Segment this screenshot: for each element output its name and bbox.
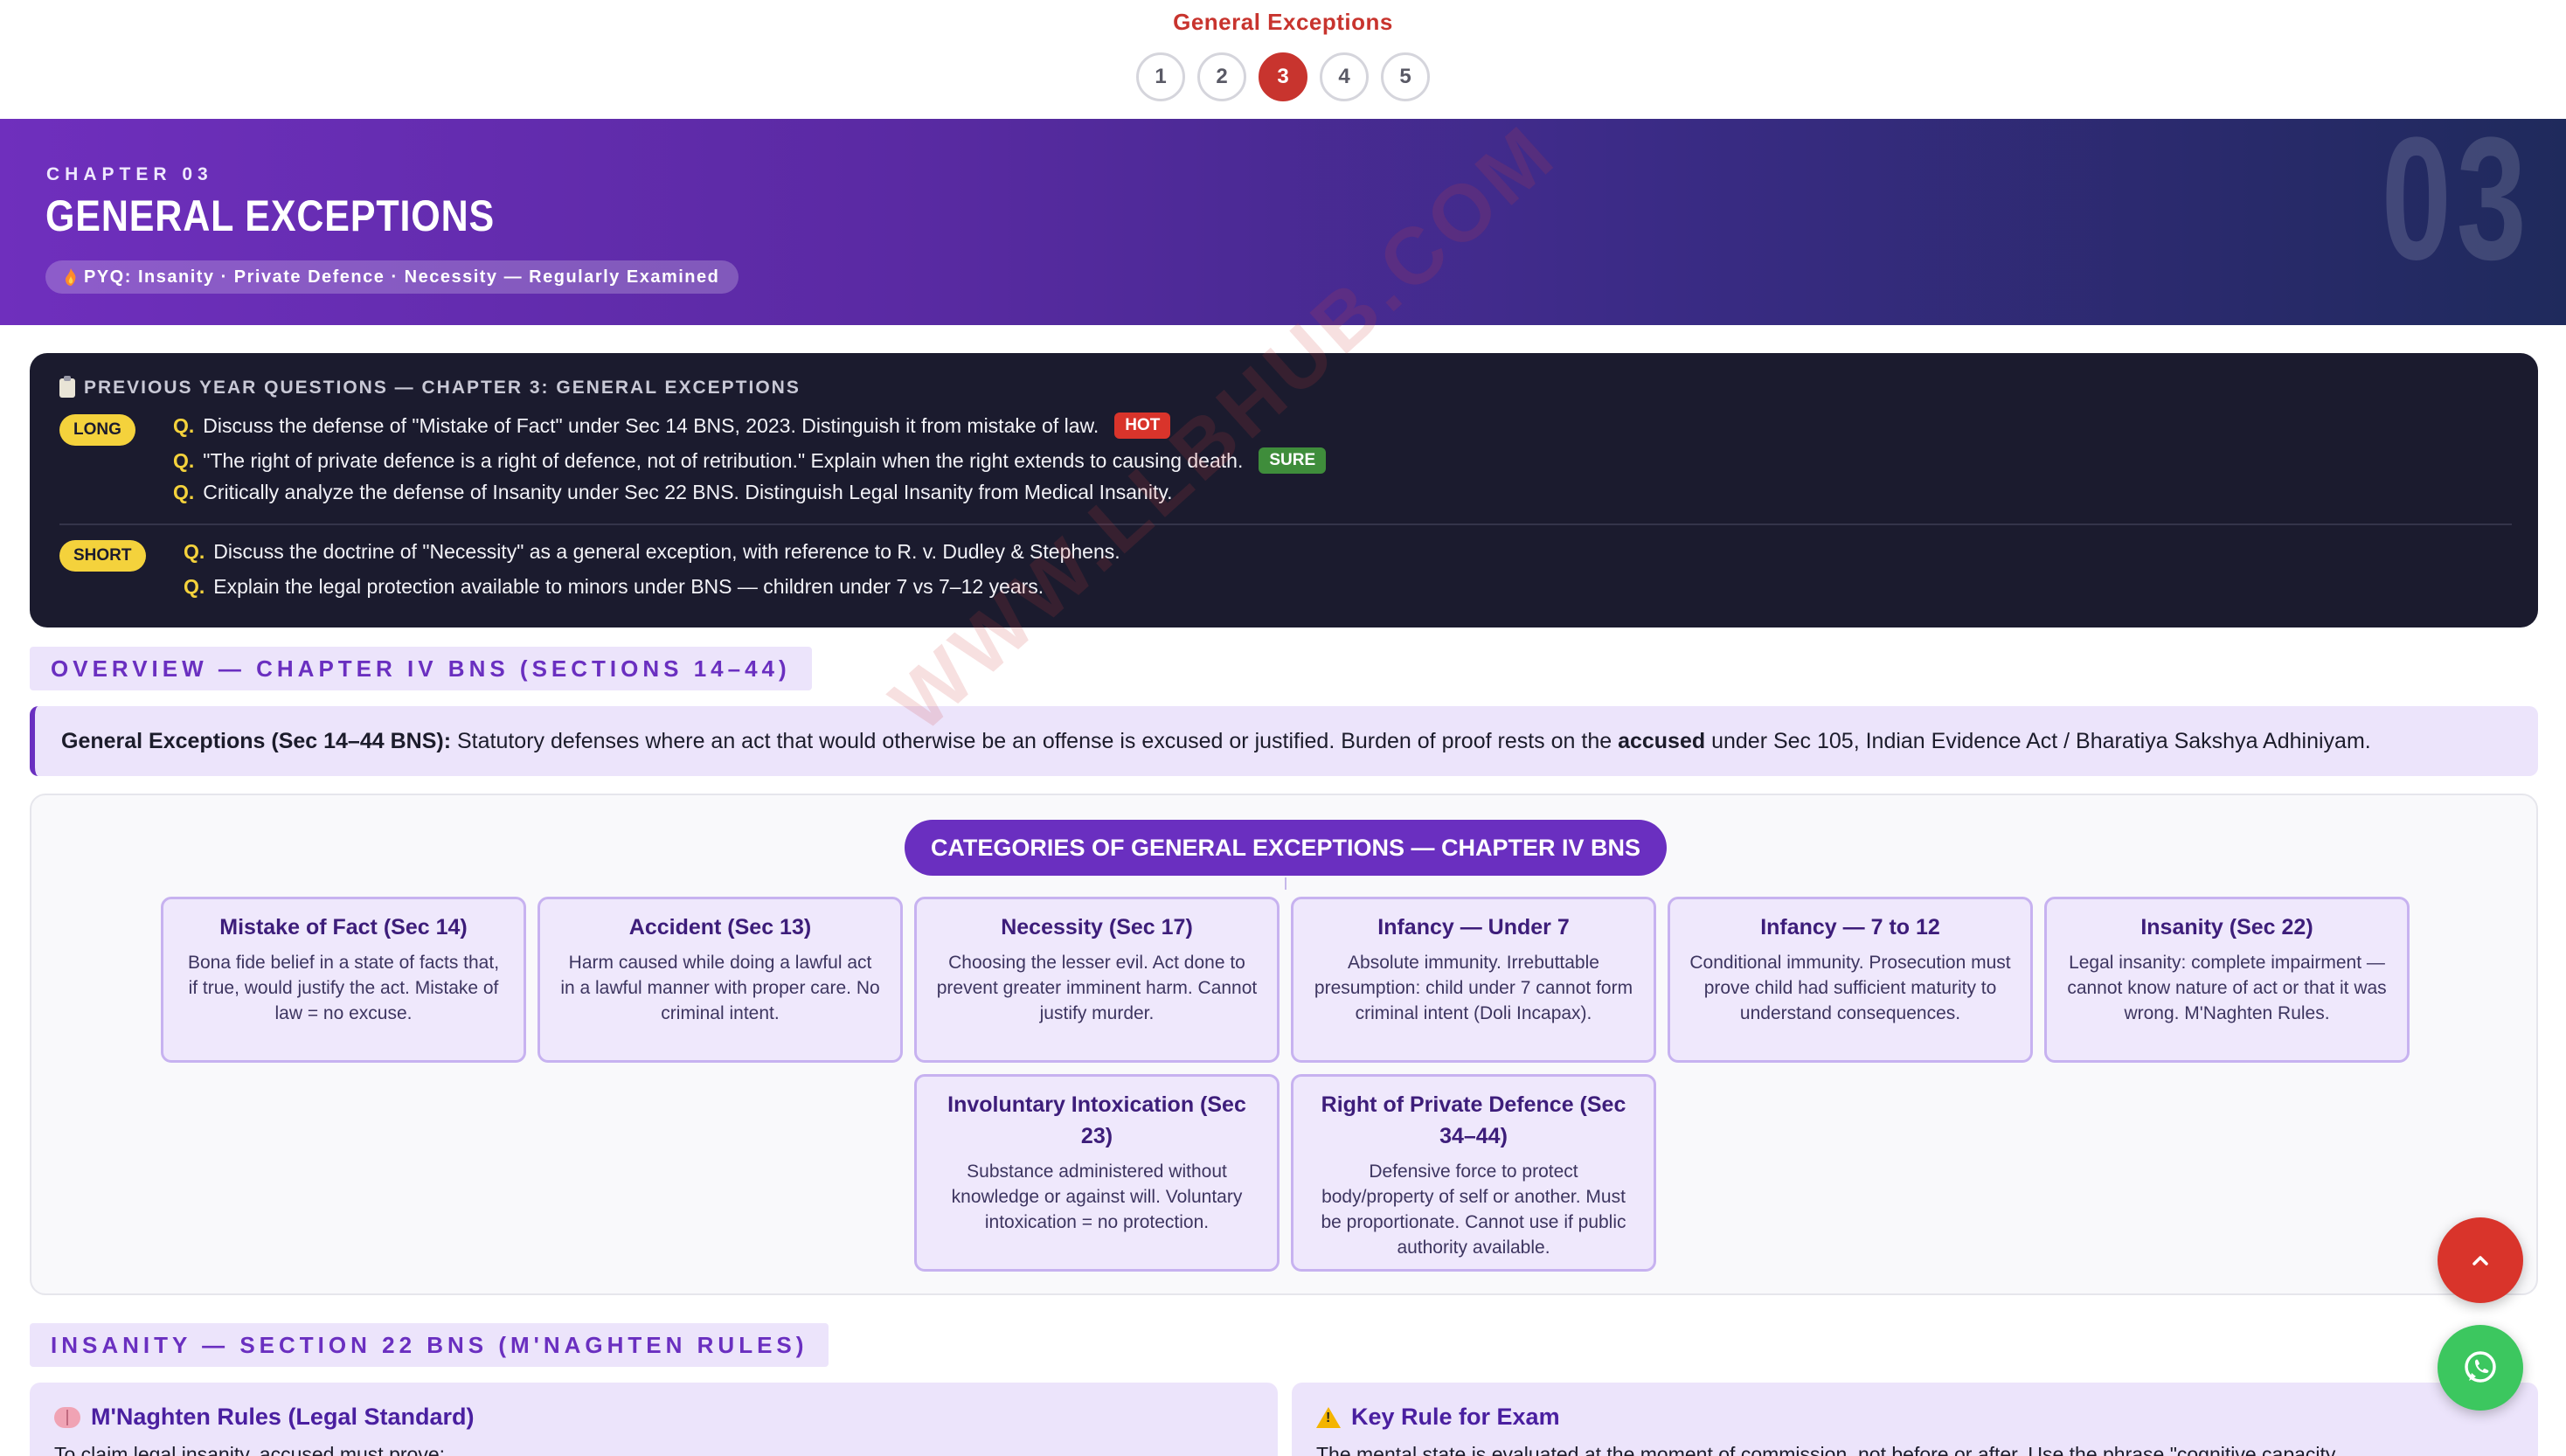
mnaghten-panel: M'Naghten Rules (Legal Standard) To clai…: [30, 1383, 1278, 1456]
clipboard-icon: [59, 376, 75, 398]
card-body: Substance administered without knowledge…: [951, 1161, 1243, 1232]
categories-diagram: CATEGORIES OF GENERAL EXCEPTIONS — CHAPT…: [30, 794, 2538, 1295]
chapter-kicker: CHAPTER 03: [46, 164, 213, 184]
key-rule-text: The mental state is evaluated at the mom…: [1316, 1443, 2336, 1456]
overview-text-after: under Sec 105, Indian Evidence Act / Bha…: [1705, 728, 2371, 753]
card-title: Right of Private Defence (Sec 34–44): [1321, 1092, 1626, 1148]
card-title: Accident (Sec 13): [628, 915, 812, 939]
card-body: Legal insanity: complete impairment — ca…: [2067, 953, 2387, 1023]
mnaghten-title-row: M'Naghten Rules (Legal Standard): [54, 1404, 1253, 1431]
insanity-section-header: INSANITY — SECTION 22 BNS (M'NAGHTEN RUL…: [30, 1323, 829, 1367]
category-card-mistake-of-fact: Mistake of Fact (Sec 14) Bona fide belie…: [161, 897, 526, 1063]
q-mark: Q.: [173, 448, 195, 472]
nav-title: General Exceptions: [1173, 9, 1393, 35]
pyq-long-q1: Q. Discuss the defense of "Mistake of Fa…: [173, 413, 1171, 439]
fire-icon: [66, 268, 76, 286]
pyq-heading-text: PREVIOUS YEAR QUESTIONS — CHAPTER 3: GEN…: [84, 378, 801, 398]
pyq-heading: PREVIOUS YEAR QUESTIONS — CHAPTER 3: GEN…: [59, 376, 801, 399]
card-title: Necessity (Sec 17): [1001, 915, 1193, 939]
short-tag: SHORT: [59, 540, 146, 572]
pyq-divider: [59, 523, 2512, 525]
mnaghten-text: To claim legal insanity, accused must pr…: [54, 1443, 445, 1456]
whatsapp-icon: [2465, 1351, 2496, 1383]
card-body: Defensive force to protect body/property…: [1321, 1161, 1626, 1258]
chapter-pager: 1 2 3 4 5: [0, 52, 2566, 101]
card-title: Infancy — 7 to 12: [1760, 915, 1940, 939]
chapter-title: GENERAL EXCEPTIONS: [45, 191, 496, 240]
whatsapp-button[interactable]: [2438, 1325, 2523, 1411]
q-mark: Q.: [173, 413, 195, 437]
category-card-necessity: Necessity (Sec 17) Choosing the lesser e…: [914, 897, 1280, 1063]
key-rule-title-row: Key Rule for Exam: [1316, 1404, 2514, 1431]
pyq-long-q3: Q. Critically analyze the defense of Ins…: [173, 481, 1173, 504]
overview-lead: General Exceptions (Sec 14–44 BNS):: [61, 728, 452, 753]
card-title: Mistake of Fact (Sec 14): [219, 915, 468, 939]
chapter-hero: CHAPTER 03 GENERAL EXCEPTIONS PYQ: Insan…: [0, 119, 2566, 325]
card-body: Choosing the lesser evil. Act done to pr…: [936, 953, 1258, 1023]
card-body: Bona fide belief in a state of facts tha…: [187, 953, 500, 1023]
chapter-big-number: 03: [2381, 119, 2531, 296]
card-title: Infancy — Under 7: [1377, 915, 1570, 939]
page-button-3-active[interactable]: 3: [1259, 52, 1307, 101]
page-button-1[interactable]: 1: [1136, 52, 1185, 101]
category-card-involuntary-intoxication: Involuntary Intoxication (Sec 23) Substa…: [914, 1074, 1280, 1272]
question-text: "The right of private defence is a right…: [203, 448, 1244, 472]
card-body: Conditional immunity. Prosecution must p…: [1689, 953, 2011, 1023]
pyq-short-q1: Q. Discuss the doctrine of "Necessity" a…: [184, 540, 1120, 564]
q-mark: Q.: [184, 540, 205, 563]
pyq-short-q2: Q. Explain the legal protection availabl…: [184, 575, 1044, 599]
top-nav: General Exceptions 1 2 3 4 5: [0, 0, 2566, 119]
category-card-accident: Accident (Sec 13) Harm caused while doin…: [537, 897, 903, 1063]
scroll-to-top-button[interactable]: [2438, 1217, 2523, 1303]
category-card-infancy-under-7: Infancy — Under 7 Absolute immunity. Irr…: [1291, 897, 1656, 1063]
card-title: Insanity (Sec 22): [2140, 915, 2313, 939]
pyq-pill-text: PYQ: Insanity · Private Defence · Necess…: [84, 267, 720, 287]
overview-emphasis: accused: [1618, 728, 1706, 753]
overview-info-box: General Exceptions (Sec 14–44 BNS): Stat…: [30, 706, 2538, 776]
pyq-pill: PYQ: Insanity · Private Defence · Necess…: [45, 260, 739, 294]
overview-text-before: Statutory defenses where an act that wou…: [451, 728, 1619, 753]
category-card-private-defence: Right of Private Defence (Sec 34–44) Def…: [1291, 1074, 1656, 1272]
diagram-root-node: CATEGORIES OF GENERAL EXCEPTIONS — CHAPT…: [905, 820, 1667, 876]
category-card-insanity: Insanity (Sec 22) Legal insanity: comple…: [2044, 897, 2410, 1063]
page-button-5[interactable]: 5: [1381, 52, 1430, 101]
brain-icon: [54, 1406, 80, 1428]
key-rule-panel: Key Rule for Exam The mental state is ev…: [1292, 1383, 2538, 1456]
hot-badge: HOT: [1114, 413, 1171, 439]
card-title: Involuntary Intoxication (Sec 23): [947, 1092, 1246, 1148]
long-tag: LONG: [59, 414, 135, 446]
question-text: Discuss the doctrine of "Necessity" as a…: [213, 540, 1120, 563]
key-rule-title: Key Rule for Exam: [1351, 1404, 1560, 1430]
q-mark: Q.: [173, 481, 195, 503]
mnaghten-title: M'Naghten Rules (Legal Standard): [91, 1404, 475, 1430]
card-body: Harm caused while doing a lawful act in …: [560, 953, 880, 1023]
pyq-long-q2: Q. "The right of private defence is a ri…: [173, 447, 1327, 474]
question-text: Explain the legal protection available t…: [213, 575, 1044, 598]
card-body: Absolute immunity. Irrebuttable presumpt…: [1314, 953, 1633, 1023]
question-text: Critically analyze the defense of Insani…: [203, 481, 1173, 503]
diagram-connector: [1285, 877, 1286, 890]
warning-icon: [1316, 1406, 1341, 1428]
question-text: Discuss the defense of "Mistake of Fact"…: [203, 413, 1099, 437]
chevron-up-icon: [2472, 1256, 2488, 1265]
pyq-panel: PREVIOUS YEAR QUESTIONS — CHAPTER 3: GEN…: [30, 353, 2538, 627]
page-button-4[interactable]: 4: [1320, 52, 1369, 101]
sure-badge: SURE: [1259, 447, 1327, 474]
page-button-2[interactable]: 2: [1197, 52, 1246, 101]
category-card-infancy-7-to-12: Infancy — 7 to 12 Conditional immunity. …: [1668, 897, 2033, 1063]
q-mark: Q.: [184, 575, 205, 598]
overview-section-header: OVERVIEW — CHAPTER IV BNS (SECTIONS 14–4…: [30, 647, 812, 690]
